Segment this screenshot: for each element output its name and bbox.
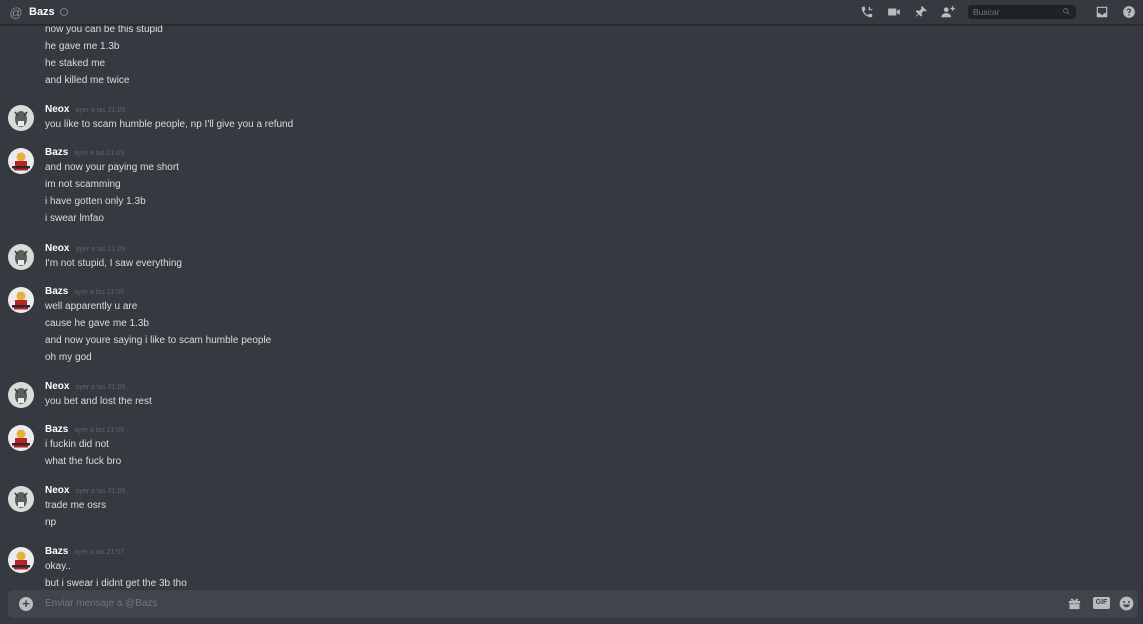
message-line: i fuckin did not <box>45 439 109 450</box>
emoji-icon[interactable] <box>1119 596 1134 611</box>
message-line: I'm not stupid, I saw everything <box>45 258 182 269</box>
channel-header: @ Bazs Buscar <box>0 0 1143 25</box>
pin-icon[interactable] <box>911 2 931 22</box>
message-line: okay.. <box>45 561 71 572</box>
message-timestamp: ayer a las 21:06 <box>75 384 126 391</box>
author-name[interactable]: Bazs <box>45 286 68 297</box>
author-name[interactable]: Bazs <box>45 424 68 435</box>
message-timestamp: ayer a las 21:06 <box>75 488 126 495</box>
message-line: he staked me <box>45 58 106 69</box>
plus-circle-icon[interactable]: + <box>19 597 33 611</box>
header-toolbar: Buscar <box>850 0 1143 24</box>
message-input[interactable]: Enviar mensaje a @Bazs <box>45 598 157 609</box>
message-author[interactable]: Neox ayer a las 21:05 <box>45 104 125 115</box>
message-composer: + Enviar mensaje a @Bazs GIF <box>8 590 1138 618</box>
message-timestamp: ayer a las 21:05 <box>74 150 125 157</box>
message-author[interactable]: Neox ayer a las 21:06 <box>45 485 125 496</box>
avatar[interactable] <box>8 547 34 573</box>
message-line: i have gotten only 1.3b <box>45 196 146 207</box>
inbox-icon[interactable] <box>1092 2 1112 22</box>
at-icon: @ <box>9 4 23 20</box>
message-line: well apparently u are <box>45 301 138 312</box>
message-line: and killed me twice <box>45 75 130 86</box>
author-name[interactable]: Bazs <box>45 147 68 158</box>
author-name[interactable]: Neox <box>45 243 69 254</box>
message-line: cause he gave me 1.3b <box>45 318 149 329</box>
message-timestamp: ayer a las 21:06 <box>74 289 125 296</box>
video-camera-icon[interactable] <box>884 2 904 22</box>
message-line: trade me osrs <box>45 500 107 511</box>
message-timestamp: ayer a las 21:05 <box>75 246 126 253</box>
message-line: im not scamming <box>45 179 121 190</box>
message-line: what the fuck bro <box>45 456 122 467</box>
search-input[interactable]: Buscar <box>968 5 1076 19</box>
avatar[interactable] <box>8 105 34 131</box>
message-author[interactable]: Neox ayer a las 21:05 <box>45 243 125 254</box>
message-line: oh my god <box>45 352 92 363</box>
avatar[interactable] <box>8 244 34 270</box>
gift-icon[interactable] <box>1067 596 1082 611</box>
message-line: you bet and lost the rest <box>45 396 152 407</box>
message-line: i swear lmfao <box>45 213 104 224</box>
author-name[interactable]: Bazs <box>45 546 68 557</box>
message-author[interactable]: Neox ayer a las 21:06 <box>45 381 125 392</box>
message-author[interactable]: Bazs ayer a las 21:05 <box>45 147 124 158</box>
message-line: he gave me 1.3b <box>45 41 120 52</box>
gif-picker-button[interactable]: GIF <box>1093 597 1110 609</box>
avatar[interactable] <box>8 287 34 313</box>
phone-call-icon[interactable] <box>857 2 877 22</box>
search-icon <box>1062 7 1071 18</box>
author-name[interactable]: Neox <box>45 381 69 392</box>
message-list[interactable]: now you can be this stupid he gave me 1.… <box>0 24 1143 590</box>
author-name[interactable]: Neox <box>45 485 69 496</box>
add-friend-icon[interactable] <box>938 2 958 22</box>
help-icon[interactable] <box>1119 2 1139 22</box>
message-line: np <box>45 517 57 528</box>
author-name[interactable]: Neox <box>45 104 69 115</box>
message-author[interactable]: Bazs ayer a las 21:06 <box>45 286 124 297</box>
message-line: now you can be this stupid <box>45 24 163 35</box>
message-line: and now youre saying i like to scam humb… <box>45 335 272 346</box>
message-line: but i swear i didnt get the 3b tho <box>45 578 187 589</box>
search-placeholder: Buscar <box>973 7 1000 17</box>
avatar[interactable] <box>8 148 34 174</box>
offline-status-icon <box>59 8 68 16</box>
message-timestamp: ayer a las 21:05 <box>75 107 126 114</box>
message-line: you like to scam humble people, np I'll … <box>45 119 294 130</box>
message-line: and now your paying me short <box>45 162 179 173</box>
message-timestamp: ayer a las 21:07 <box>74 549 125 556</box>
avatar[interactable] <box>8 382 34 408</box>
avatar[interactable] <box>8 425 34 451</box>
avatar[interactable] <box>8 486 34 512</box>
message-timestamp: ayer a las 21:06 <box>74 427 125 434</box>
channel-name: Bazs <box>29 6 55 18</box>
message-author[interactable]: Bazs ayer a las 21:07 <box>45 546 124 557</box>
message-author[interactable]: Bazs ayer a las 21:06 <box>45 424 124 435</box>
